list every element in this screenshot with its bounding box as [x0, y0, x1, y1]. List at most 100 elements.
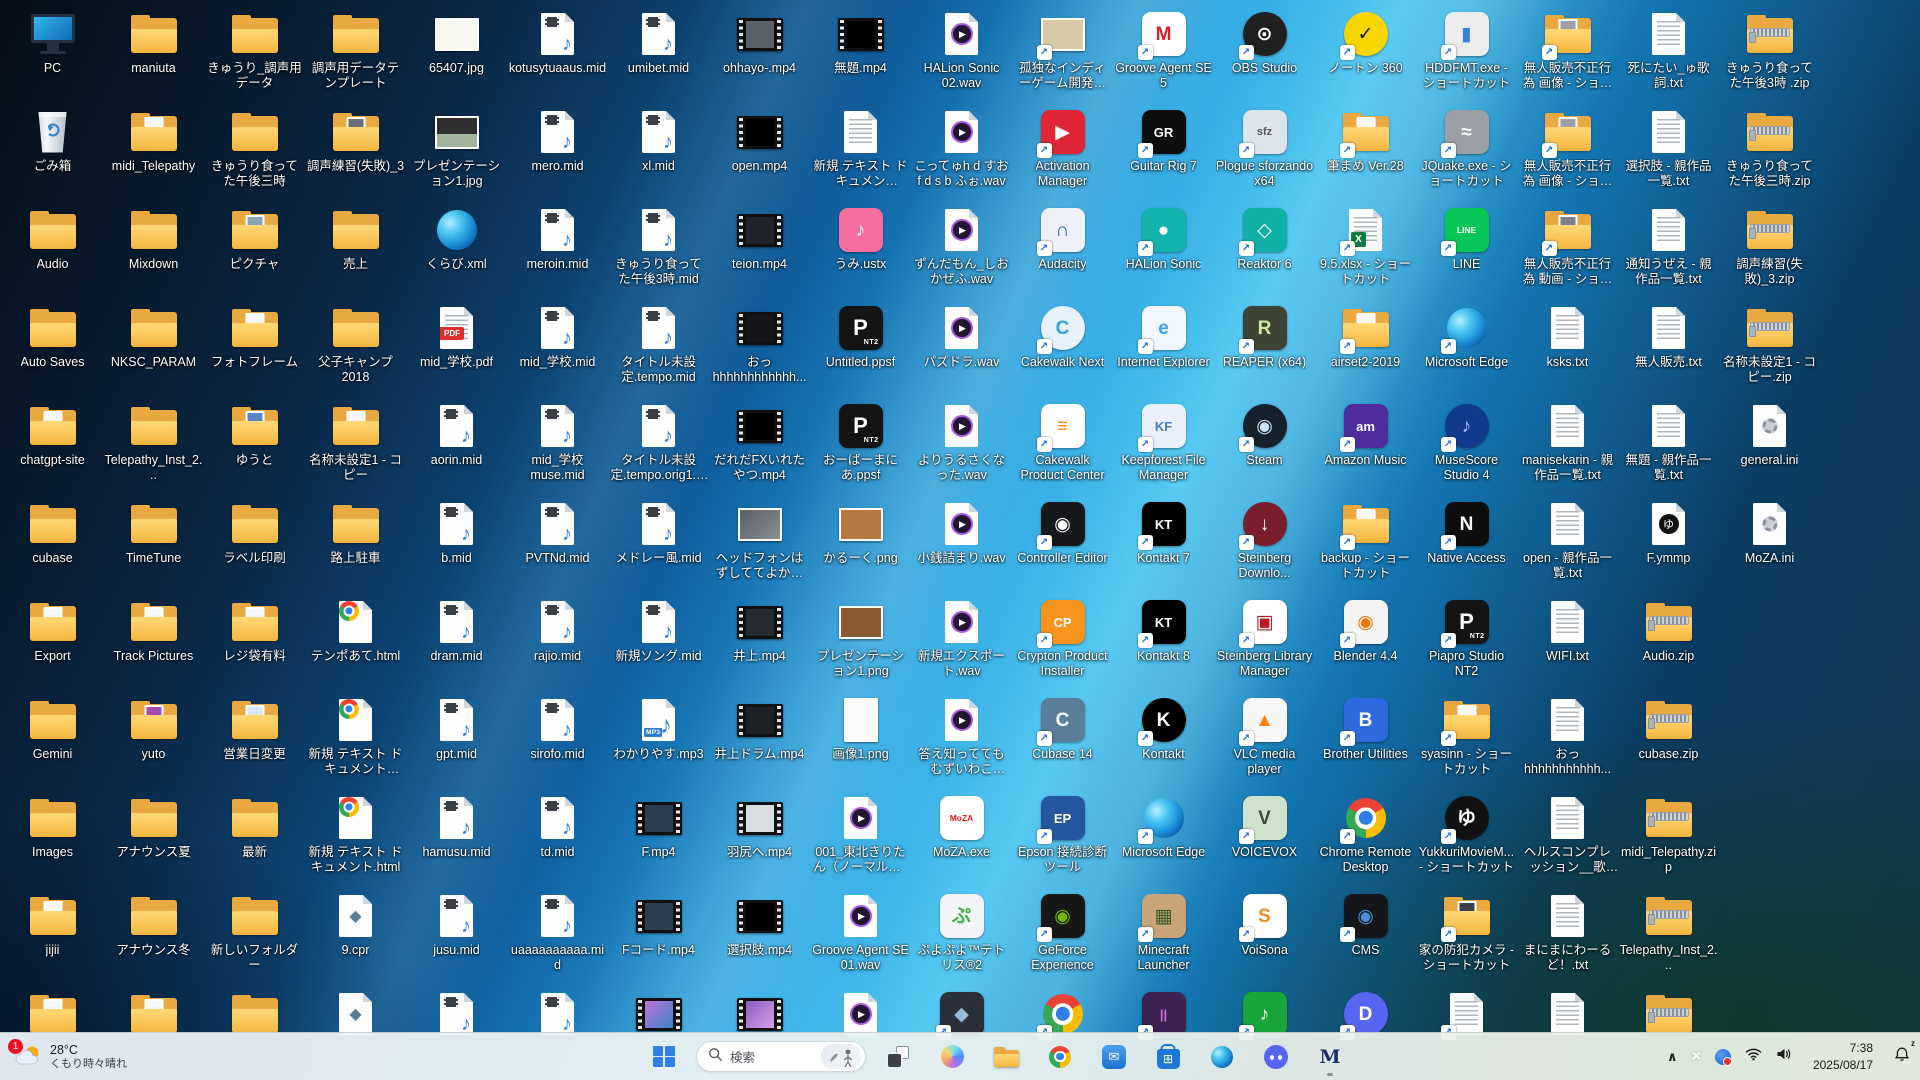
desktop-icon[interactable]: ♪xl.mid [608, 104, 709, 202]
desktop-icon[interactable]: ↗無人販売不正行為 画像 - ショートカット [1517, 104, 1618, 202]
desktop-icon[interactable]: ↗孤独なインディーゲーム開発者の一生 ... [1012, 6, 1113, 104]
desktop-icon[interactable]: ♪gpt.mid [406, 692, 507, 790]
desktop-icon[interactable]: 通知うぜえ - 親作品一覧.txt [1618, 202, 1719, 300]
edge-taskbar-button[interactable] [1200, 1037, 1244, 1077]
desktop-icon[interactable]: ♪きゅうり食ってた午後3時.mid [608, 202, 709, 300]
desktop-icon[interactable]: ▶答え知っててもむずいわこれ.wav [911, 692, 1012, 790]
desktop-icon[interactable]: ↗無人販売不正行為 画像 - ショートカッ... [1517, 6, 1618, 104]
desktop-icon[interactable]: 選択肢.mp4 [709, 888, 810, 986]
desktop-icon[interactable]: ♪mid_学校.mid [507, 300, 608, 398]
desktop-icon[interactable]: きゅうり_調声用データ [204, 6, 305, 104]
clock[interactable]: 7:382025/08/17 [1800, 1038, 1886, 1076]
desktop-icon[interactable]: 無題.mp4 [810, 6, 911, 104]
desktop-icon[interactable]: かるーく.png [810, 496, 911, 594]
desktop-icon[interactable]: ↗家の防犯カメラ - ショートカット [1416, 888, 1517, 986]
search-box[interactable]: 検索 [696, 1041, 866, 1072]
desktop-icon[interactable]: F.mp4 [608, 790, 709, 888]
desktop-icon[interactable]: ごみ箱 [2, 104, 103, 202]
desktop-icon[interactable]: S↗VoiSona [1214, 888, 1315, 986]
desktop-icon[interactable]: Audio [2, 202, 103, 300]
desktop-icon[interactable]: 新しいフォルダー [204, 888, 305, 986]
desktop-icon[interactable]: yuto [103, 692, 204, 790]
microsoft-store-button[interactable]: ⊞ [1146, 1037, 1190, 1077]
desktop-icon[interactable]: ≡↗Cakewalk Product Center [1012, 398, 1113, 496]
desktop-icon[interactable]: ♪mero.mid [507, 104, 608, 202]
desktop-icon[interactable]: 選択肢 - 親作品一覧.txt [1618, 104, 1719, 202]
file-explorer-button[interactable] [984, 1037, 1028, 1077]
desktop-icon[interactable]: MoZAMoZA.exe [911, 790, 1012, 888]
desktop-icon[interactable]: ゆ↗YukkuriMovieM... - ショートカット [1416, 790, 1517, 888]
desktop-icon[interactable]: きゅうり食ってた午後3時 .zip [1719, 6, 1820, 104]
desktop-icon[interactable]: ◉↗Controller Editor [1012, 496, 1113, 594]
desktop-icon[interactable]: cubase [2, 496, 103, 594]
desktop-icon[interactable]: テンポあて.html [305, 594, 406, 692]
desktop-icon[interactable]: ◉↗Steam [1214, 398, 1315, 496]
wifi-button[interactable] [1739, 1038, 1768, 1076]
desktop-icon[interactable]: jijii [2, 888, 103, 986]
desktop-icon[interactable]: 名称未設定1 - コピー.zip [1719, 300, 1820, 398]
desktop-icon[interactable]: ⊙↗OBS Studio [1214, 6, 1315, 104]
desktop-icon[interactable]: 営業日変更 [204, 692, 305, 790]
desktop-icon[interactable]: ∩↗Audacity [1012, 202, 1113, 300]
desktop-icon[interactable]: 井上ドラム.mp4 [709, 692, 810, 790]
desktop-icon[interactable]: EP↗Epson 接続診断ツール [1012, 790, 1113, 888]
desktop-icon[interactable]: KT↗Kontakt 8 [1113, 594, 1214, 692]
desktop-icon[interactable]: アナウンス夏 [103, 790, 204, 888]
desktop-icon[interactable]: open.mp4 [709, 104, 810, 202]
desktop-icon[interactable]: 死にたい_ゅ歌詞.txt [1618, 6, 1719, 104]
desktop-icon[interactable]: am↗Amazon Music [1315, 398, 1416, 496]
desktop-icon[interactable]: 調声練習(失敗)_3.zip [1719, 202, 1820, 300]
desktop-icon[interactable]: ✓↗ノートン 360 [1315, 6, 1416, 104]
desktop-icon[interactable]: ▶HALion Sonic 02.wav [911, 6, 1012, 104]
desktop-icon[interactable]: ♪PVTNd.mid [507, 496, 608, 594]
desktop-icon[interactable]: KF↗Keepforest File Manager [1113, 398, 1214, 496]
desktop-icon[interactable]: C↗Cakewalk Next [1012, 300, 1113, 398]
desktop-icon[interactable]: プレゼンテーション1.png [810, 594, 911, 692]
desktop-icon[interactable]: ▦↗Minecraft Launcher [1113, 888, 1214, 986]
desktop-icon[interactable]: ♪dram.mid [406, 594, 507, 692]
m-app-button[interactable]: M [1308, 1037, 1352, 1077]
desktop-icon[interactable]: ▣↗Steinberg Library Manager [1214, 594, 1315, 692]
desktop-icon[interactable]: chatgpt-site [2, 398, 103, 496]
desktop-icon[interactable]: 65407.jpg [406, 6, 507, 104]
desktop-icon[interactable]: Fコード.mp4 [608, 888, 709, 986]
desktop-icon[interactable]: 調声練習(失敗)_3 [305, 104, 406, 202]
desktop-icon[interactable]: NKSC_PARAM [103, 300, 204, 398]
desktop-icon[interactable]: ♪aorin.mid [406, 398, 507, 496]
desktop-icon[interactable]: ↗無人販売不正行為 動画 - ショートカット [1517, 202, 1618, 300]
desktop-icon[interactable]: ◉↗Blender 4.4 [1315, 594, 1416, 692]
desktop-icon[interactable]: まにまにわーるど！.txt [1517, 888, 1618, 986]
desktop-icon[interactable]: Audio.zip [1618, 594, 1719, 692]
desktop-icon[interactable]: ▲↗VLC media player [1214, 692, 1315, 790]
desktop-icon[interactable]: ●↗HALion Sonic [1113, 202, 1214, 300]
desktop-icon[interactable]: CP↗Crypton Product Installer [1012, 594, 1113, 692]
desktop-icon[interactable]: おっhhhhhhhhhhhh... [709, 300, 810, 398]
notification-bell-button[interactable]: z [1888, 1038, 1916, 1076]
desktop-icon[interactable]: PC [2, 6, 103, 104]
desktop-icon[interactable]: ♪uaaaaaaaaaa.mid [507, 888, 608, 986]
desktop-icon[interactable]: ♪b.mid [406, 496, 507, 594]
desktop-icon[interactable]: ♪うみ.ustx [810, 202, 911, 300]
desktop-icon[interactable]: ゆうと [204, 398, 305, 496]
desktop-icon[interactable]: 新規 テキスト ドキュメント.musicxml [810, 104, 911, 202]
start-button[interactable] [642, 1037, 686, 1077]
desktop-icon[interactable]: ↗airset2-2019 [1315, 300, 1416, 398]
desktop-icon[interactable]: N↗Native Access [1416, 496, 1517, 594]
desktop-icon[interactable]: teion.mp4 [709, 202, 810, 300]
desktop-icon[interactable]: ♪MP3わかりやす.mp3 [608, 692, 709, 790]
desktop-icon[interactable]: フォトフレーム [204, 300, 305, 398]
desktop-icon[interactable]: ◇↗Reaktor 6 [1214, 202, 1315, 300]
desktop-icon[interactable]: ↓↗Steinberg Downlo... [1214, 496, 1315, 594]
desktop-icon[interactable]: ♪meroin.mid [507, 202, 608, 300]
desktop-icon[interactable]: プレゼンテーション1.jpg [406, 104, 507, 202]
desktop-icon[interactable]: midi_Telepathy [103, 104, 204, 202]
desktop-icon[interactable]: Telepathy_Inst_2... [1618, 888, 1719, 986]
desktop-icon[interactable]: PNT2Untitled.ppsf [810, 300, 911, 398]
desktop-icon[interactable]: maniuta [103, 6, 204, 104]
desktop-icon[interactable]: ヘルスコンプレッション__歌詞.txt [1517, 790, 1618, 888]
desktop-icon[interactable]: ♪td.mid [507, 790, 608, 888]
desktop-icon[interactable]: ゆF.ymmp [1618, 496, 1719, 594]
desktop-icon[interactable]: ▶こってゅh d すお f d s b ふぉ.wav [911, 104, 1012, 202]
desktop-icon[interactable]: 最新 [204, 790, 305, 888]
desktop-icon[interactable]: ♪タイトル未設定.tempo.orig1.mid [608, 398, 709, 496]
